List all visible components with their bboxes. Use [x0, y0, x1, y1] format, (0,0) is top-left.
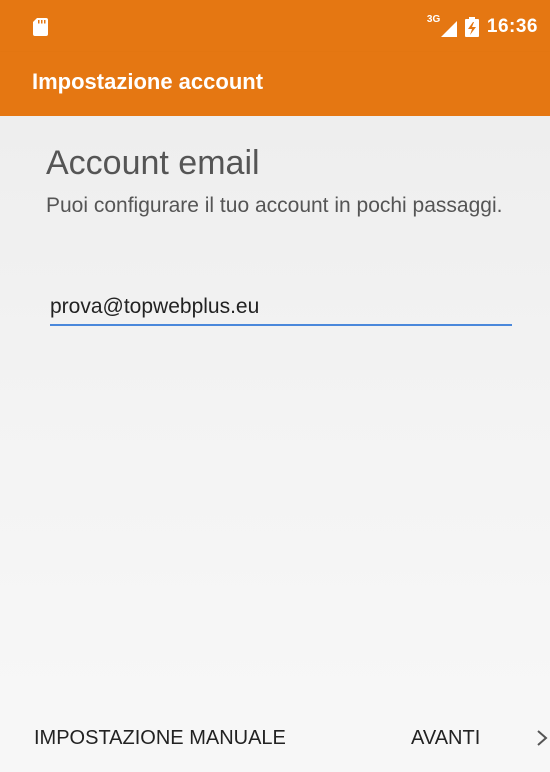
- app-bar-title: Impostazione account: [32, 69, 264, 94]
- next-button[interactable]: AVANTI: [411, 727, 480, 750]
- manual-setup-button[interactable]: IMPOSTAZIONE MANUALE: [34, 727, 286, 750]
- status-bar: 3G 16:36: [0, 0, 550, 52]
- bottom-action-bar: IMPOSTAZIONE MANUALE AVANTI: [0, 696, 550, 772]
- chevron-right-icon[interactable]: [536, 730, 548, 746]
- signal-icon: [440, 21, 457, 37]
- sd-card-icon: [33, 18, 48, 36]
- page-subtitle: Puoi configurare il tuo account in pochi…: [46, 194, 503, 217]
- network-indicator: 3G: [427, 15, 457, 39]
- network-type-label: 3G: [426, 14, 441, 25]
- status-time: 16:36: [486, 16, 538, 37]
- email-field[interactable]: [50, 290, 512, 326]
- account-setup-form: Account email Puoi configurare il tuo ac…: [0, 116, 550, 696]
- page-title: Account email: [46, 144, 260, 182]
- app-bar: Impostazione account: [0, 52, 550, 116]
- status-icons: 3G 16:36: [427, 14, 538, 40]
- battery-charging-icon: [464, 17, 479, 37]
